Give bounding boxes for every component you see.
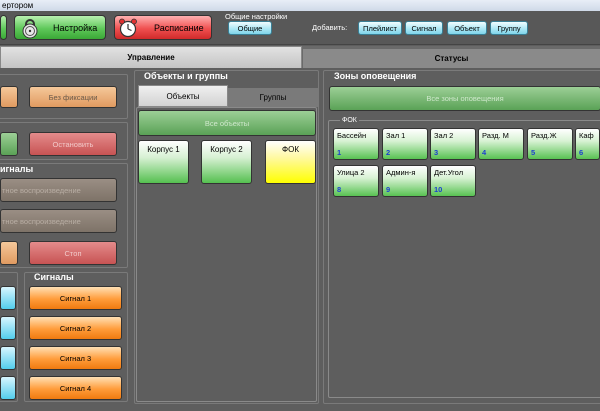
fixation-partial-button[interactable] bbox=[0, 86, 18, 108]
add-group-button[interactable]: Группу bbox=[490, 21, 528, 35]
zone-number: 3 bbox=[434, 148, 439, 157]
general-settings-button[interactable]: Общие bbox=[228, 21, 272, 35]
zone-label: Разд. М bbox=[482, 131, 509, 140]
all-zones-button[interactable]: Все зоны оповещения bbox=[329, 86, 600, 111]
zone-number: 6 bbox=[579, 148, 584, 157]
settings-button-label: Настройка bbox=[53, 22, 98, 33]
add-playlist-button[interactable]: Плейлист bbox=[358, 21, 402, 35]
signals-panel-title: Сигналы bbox=[34, 272, 74, 282]
zone-group-label: ФОК bbox=[340, 117, 359, 124]
zone-number: 10 bbox=[434, 185, 443, 194]
zone-tile[interactable]: Бассейн 1 bbox=[333, 128, 379, 160]
side-button-1[interactable] bbox=[0, 286, 16, 310]
side-button-2[interactable] bbox=[0, 316, 16, 340]
alarm-clock-icon bbox=[118, 18, 138, 38]
tab-control[interactable]: Управление bbox=[0, 46, 302, 68]
stop-button[interactable]: Остановить bbox=[29, 132, 117, 156]
zone-label: Бассейн bbox=[337, 131, 367, 140]
window-title-bar: ертором bbox=[0, 0, 600, 11]
zone-label: Зал 1 bbox=[386, 131, 406, 140]
zone-tile[interactable]: Каф 6 bbox=[575, 128, 600, 160]
all-objects-button[interactable]: Все объекты bbox=[138, 110, 316, 136]
zone-label: Каф bbox=[579, 131, 594, 140]
schedule-button[interactable]: Расписание bbox=[114, 15, 212, 40]
objects-groups-title: Объекты и группы bbox=[144, 71, 228, 81]
zone-label: Улица 2 bbox=[337, 168, 365, 177]
zone-number: 1 bbox=[337, 148, 342, 157]
zone-label: Зал 2 bbox=[434, 131, 454, 140]
tab-objects[interactable]: Объекты bbox=[138, 85, 228, 107]
zone-tile[interactable]: Админ-я 9 bbox=[382, 165, 428, 197]
signal-3-button[interactable]: Сигнал 3 bbox=[29, 346, 122, 370]
object-fok[interactable]: ФОК bbox=[265, 140, 316, 184]
playback-button-1[interactable]: тное воспроизведение bbox=[0, 178, 117, 202]
zone-tile[interactable]: Улица 2 8 bbox=[333, 165, 379, 197]
signal-1-button[interactable]: Сигнал 1 bbox=[29, 286, 122, 310]
zone-tile[interactable]: Зал 1 2 bbox=[382, 128, 428, 160]
stop-playback-button[interactable]: Стоп bbox=[29, 241, 117, 265]
general-settings-caption: Общие настройки bbox=[225, 12, 288, 21]
side-button-3[interactable] bbox=[0, 346, 16, 370]
object-korpus-2[interactable]: Корпус 2 bbox=[201, 140, 252, 184]
zones-title: Зоны оповещения bbox=[334, 71, 417, 81]
zone-tile[interactable]: Зал 2 3 bbox=[430, 128, 476, 160]
zone-label: Разд.Ж bbox=[531, 131, 557, 140]
lock-icon bbox=[19, 17, 41, 39]
signal-4-button[interactable]: Сигнал 4 bbox=[29, 376, 122, 400]
zone-number: 4 bbox=[482, 148, 487, 157]
zone-number: 9 bbox=[386, 185, 391, 194]
add-signal-button[interactable]: Сигнал bbox=[405, 21, 443, 35]
schedule-button-label: Расписание bbox=[154, 22, 204, 33]
tab-statuses[interactable]: Статусы bbox=[303, 49, 600, 68]
signals-section-title: игналы bbox=[0, 164, 34, 174]
zone-group-fok-box bbox=[328, 120, 600, 398]
zone-tile[interactable]: Разд. М 4 bbox=[478, 128, 524, 160]
zone-label: Админ-я bbox=[386, 168, 416, 177]
toolbar-partial-button[interactable] bbox=[0, 15, 7, 40]
zone-tile[interactable]: Разд.Ж 5 bbox=[527, 128, 573, 160]
window-title: ертором bbox=[2, 1, 34, 10]
add-caption: Добавить: bbox=[312, 23, 348, 32]
zone-number: 5 bbox=[531, 148, 536, 157]
add-object-button[interactable]: Объект bbox=[447, 21, 487, 35]
tab-groups[interactable]: Группы bbox=[228, 88, 318, 107]
no-fixation-button[interactable]: Без фиксации bbox=[29, 86, 117, 108]
side-button-4[interactable] bbox=[0, 376, 16, 400]
start-partial-button[interactable] bbox=[0, 132, 18, 156]
object-korpus-1[interactable]: Корпус 1 bbox=[138, 140, 189, 184]
play-partial-button[interactable] bbox=[0, 241, 18, 265]
zone-number: 8 bbox=[337, 185, 342, 194]
zone-tile[interactable]: Дет.Угол 10 bbox=[430, 165, 476, 197]
zone-label: Дет.Угол bbox=[434, 168, 464, 177]
settings-button[interactable]: Настройка bbox=[14, 15, 106, 40]
zone-number: 2 bbox=[386, 148, 391, 157]
playback-button-2[interactable]: тное воспроизведение bbox=[0, 209, 117, 233]
signal-2-button[interactable]: Сигнал 2 bbox=[29, 316, 122, 340]
